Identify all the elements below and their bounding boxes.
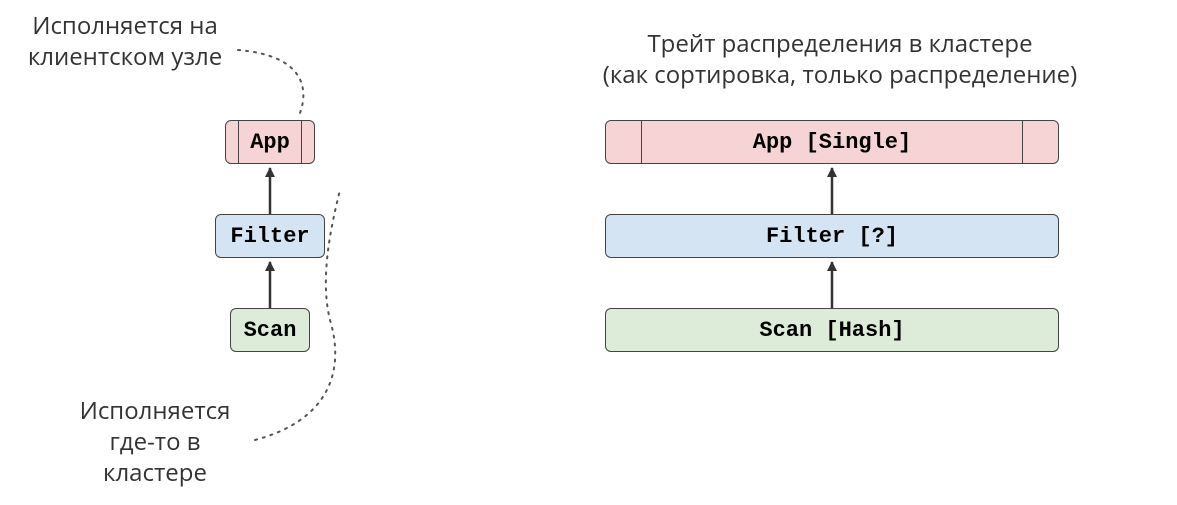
node-right-filter: Filter [?] xyxy=(605,214,1059,258)
node-right-app-label: App [Single] xyxy=(753,130,911,155)
annotation-cluster: Исполняется где-то в кластере xyxy=(60,395,250,489)
annotation-client-node: Исполняется на клиентском узле xyxy=(10,10,240,72)
annotation-cluster-line2: где-то в xyxy=(109,425,200,458)
node-left-app-label: App xyxy=(250,130,290,155)
node-left-scan-label: Scan xyxy=(244,318,297,343)
node-right-filter-label: Filter [?] xyxy=(766,224,898,249)
dotted-curve-top xyxy=(238,50,303,113)
title-right-line1: Трейт распределения в кластере xyxy=(647,27,1032,60)
node-left-app: App xyxy=(225,120,315,164)
node-right-scan: Scan [Hash] xyxy=(605,308,1059,352)
node-left-filter-label: Filter xyxy=(230,224,309,249)
annotation-client-node-line1: Исполняется на xyxy=(32,9,218,42)
node-left-scan: Scan xyxy=(230,308,310,352)
annotation-cluster-line1: Исполняется xyxy=(80,394,231,427)
title-right-line2: (как сортировка, только распределение) xyxy=(603,58,1077,91)
node-left-filter: Filter xyxy=(215,214,325,258)
title-right: Трейт распределения в кластере (как сорт… xyxy=(540,28,1140,90)
node-right-scan-label: Scan [Hash] xyxy=(759,318,904,343)
annotation-client-node-line2: клиентском узле xyxy=(28,40,222,73)
annotation-cluster-line3: кластере xyxy=(103,456,207,489)
node-right-app: App [Single] xyxy=(605,120,1059,164)
